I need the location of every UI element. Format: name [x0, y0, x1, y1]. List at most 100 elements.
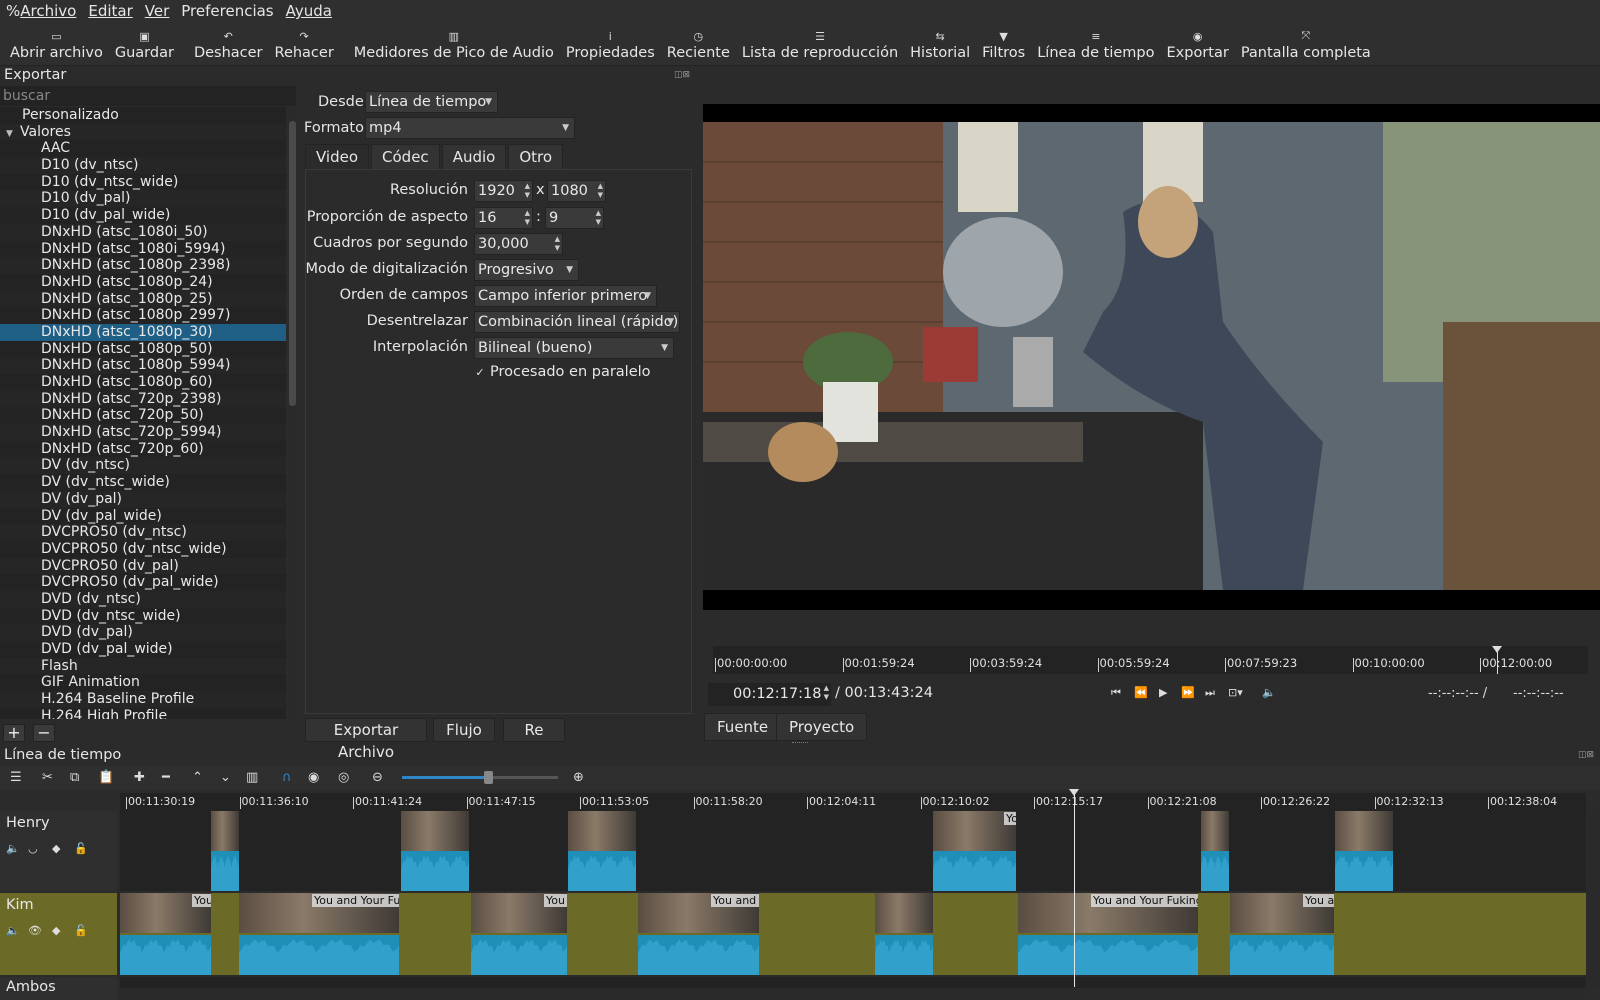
preset-search-input[interactable]: buscar: [0, 86, 296, 106]
volume-icon[interactable]: 🔈: [1262, 686, 1276, 699]
playlist-button[interactable]: ☰ Lista de reproducción: [736, 29, 904, 65]
preset-item[interactable]: DVD (dv_ntsc_wide): [0, 608, 286, 625]
scrub-icon[interactable]: ◉: [308, 770, 319, 785]
preset-item[interactable]: DNxHD (atsc_1080i_5994): [0, 241, 286, 258]
history-button[interactable]: ⇆ Historial: [904, 29, 976, 65]
paste-icon[interactable]: 📋: [98, 770, 114, 785]
timeline-hscrollbar[interactable]: [120, 988, 1586, 1000]
filters-button[interactable]: ▼ Filtros: [976, 29, 1031, 65]
preset-item[interactable]: DNxHD (atsc_1080p_24): [0, 274, 286, 291]
timeline-clip[interactable]: [568, 811, 636, 891]
preset-item[interactable]: DNxHD (atsc_1080p_5994): [0, 357, 286, 374]
fullscreen-button[interactable]: ⤧ Pantalla completa: [1235, 29, 1377, 65]
preset-item[interactable]: DVCPRO50 (dv_pal): [0, 557, 286, 575]
track-kim[interactable]: You You and Your Fuki You a You and Y You an…: [120, 893, 1586, 975]
reset-button[interactable]: Re: [503, 718, 565, 742]
zoom-out-icon[interactable]: ⊖: [372, 770, 383, 785]
spinner-arrows-icon[interactable]: ▲ ▼: [824, 684, 829, 702]
copy-icon[interactable]: ⧉: [70, 770, 79, 785]
preset-item[interactable]: DVCPRO50 (dv_pal_wide): [0, 574, 286, 591]
composite-icon[interactable]: ◆: [52, 924, 60, 937]
interpolation-select[interactable]: Bilineal (bueno) ▼: [474, 337, 674, 359]
mute-icon[interactable]: 🔈: [6, 924, 20, 937]
preset-item[interactable]: DV (dv_pal): [0, 490, 286, 508]
preset-item[interactable]: DVD (dv_pal_wide): [0, 641, 286, 658]
skip-to-start-icon[interactable]: ⏮: [1111, 686, 1121, 700]
redo-button[interactable]: ↷ Rehacer: [269, 29, 340, 65]
fast-forward-icon[interactable]: ⏩: [1181, 686, 1195, 699]
menu-editar[interactable]: Editar: [82, 2, 138, 20]
preset-item[interactable]: DNxHD (atsc_720p_60): [0, 441, 286, 458]
preset-item[interactable]: DV (dv_ntsc): [0, 457, 286, 475]
preset-item[interactable]: DNxHD (atsc_1080p_30): [0, 323, 286, 341]
preset-item[interactable]: ▼ Valores: [0, 123, 286, 141]
preset-item[interactable]: DNxHD (atsc_1080p_25): [0, 290, 286, 308]
preset-item[interactable]: DNxHD (atsc_1080p_50): [0, 341, 286, 358]
spinner-arrows-icon[interactable]: ▲ ▼: [525, 209, 530, 227]
resolution-height-spinner[interactable]: 1080 ▲ ▼: [547, 180, 606, 202]
timeline-clip[interactable]: [875, 893, 933, 975]
scan-mode-select[interactable]: Progresivo ▼: [474, 259, 579, 281]
add-preset-button[interactable]: +: [3, 724, 25, 742]
field-order-select[interactable]: Campo inferior primero ▼: [474, 285, 657, 307]
lock-icon[interactable]: 🔓: [74, 924, 88, 937]
export-file-button[interactable]: Exportar Archivo: [305, 718, 427, 761]
preset-scrollbar[interactable]: [288, 107, 297, 719]
lock-icon[interactable]: 🔓: [74, 842, 88, 855]
tab-other[interactable]: Otro: [508, 144, 564, 170]
preset-scrollbar-thumb[interactable]: [289, 121, 296, 406]
timeline-clip[interactable]: [401, 811, 469, 891]
tab-project[interactable]: Proyecto: [776, 713, 868, 741]
preset-item[interactable]: GIF Animation: [0, 674, 286, 691]
preset-item[interactable]: Personalizado: [0, 107, 286, 124]
fps-spinner[interactable]: 30,000 ▲ ▼: [474, 233, 563, 255]
timeline-playhead[interactable]: [1074, 791, 1075, 987]
preset-item[interactable]: DV (dv_pal_wide): [0, 508, 286, 525]
zoom-in-icon[interactable]: ⊕: [573, 770, 584, 785]
preset-item[interactable]: DNxHD (atsc_720p_2398): [0, 390, 286, 408]
composite-icon[interactable]: ◆: [52, 842, 60, 855]
timeline-clip[interactable]: You: [120, 893, 211, 975]
preset-item[interactable]: D10 (dv_ntsc_wide): [0, 174, 286, 191]
menu-ver[interactable]: Ver: [139, 2, 176, 20]
timeline-ruler[interactable]: 00:11:30:19 00:11:36:10 00:11:41:24 00:11:4…: [120, 793, 1586, 811]
preset-item[interactable]: DNxHD (atsc_720p_5994): [0, 424, 286, 441]
preset-item[interactable]: DVCPRO50 (dv_ntsc_wide): [0, 541, 286, 558]
preset-item[interactable]: DNxHD (atsc_1080p_2997): [0, 307, 286, 324]
preset-item[interactable]: Flash: [0, 657, 286, 675]
player-scrub-bar[interactable]: 00:00:00:00 00:01:59:24 00:03:59:24 00:05:5…: [713, 646, 1588, 674]
rewind-icon[interactable]: ⏪: [1134, 686, 1148, 699]
panel-float-icon[interactable]: ◫⊠: [674, 70, 690, 80]
current-time-field[interactable]: 00:12:17:18 ▲ ▼: [708, 683, 831, 706]
splitter-handle[interactable]: [792, 742, 808, 744]
aspect-width-spinner[interactable]: 16 ▲ ▼: [474, 207, 533, 229]
overwrite-icon[interactable]: ⌄: [220, 770, 231, 785]
menu-archivo[interactable]: %Archivo: [0, 2, 82, 20]
recent-button[interactable]: ◷ Reciente: [661, 29, 736, 65]
ripple-icon[interactable]: ◎: [338, 770, 349, 785]
remove-preset-button[interactable]: −: [33, 724, 55, 742]
preset-item[interactable]: DVCPRO50 (dv_ntsc): [0, 524, 286, 541]
spinner-arrows-icon[interactable]: ▲ ▼: [525, 182, 530, 200]
timeline-panel-float-icon[interactable]: ◫⊠: [1578, 750, 1594, 760]
parallel-checkbox[interactable]: ✓ Procesado en paralelo: [474, 364, 651, 380]
from-select[interactable]: Línea de tiempo ▼: [365, 91, 498, 113]
aspect-height-spinner[interactable]: 9 ▲ ▼: [545, 207, 604, 229]
stream-button[interactable]: Flujo: [433, 718, 495, 742]
snap-icon[interactable]: ∩: [282, 770, 292, 785]
track-henry[interactable]: Yo: [120, 811, 1586, 891]
menu-ayuda[interactable]: Ayuda: [280, 2, 338, 20]
preset-item[interactable]: DNxHD (atsc_1080i_50): [0, 223, 286, 241]
undo-button[interactable]: ↶ Deshacer: [188, 29, 269, 65]
append-icon[interactable]: ✚: [134, 770, 145, 785]
preset-item[interactable]: AAC: [0, 140, 286, 157]
spinner-arrows-icon[interactable]: ▲ ▼: [596, 209, 601, 227]
timeline-vscrollbar[interactable]: [1588, 811, 1600, 988]
split-icon[interactable]: ▥: [246, 770, 258, 785]
format-select[interactable]: mp4 ▼: [365, 117, 575, 139]
eye-icon[interactable]: 👁: [28, 924, 42, 937]
save-button[interactable]: ▣ Guardar: [109, 29, 180, 65]
spinner-arrows-icon[interactable]: ▲ ▼: [555, 235, 560, 253]
track-head-ambos[interactable]: Ambos: [0, 977, 117, 1000]
remove-icon[interactable]: ━: [162, 770, 170, 785]
